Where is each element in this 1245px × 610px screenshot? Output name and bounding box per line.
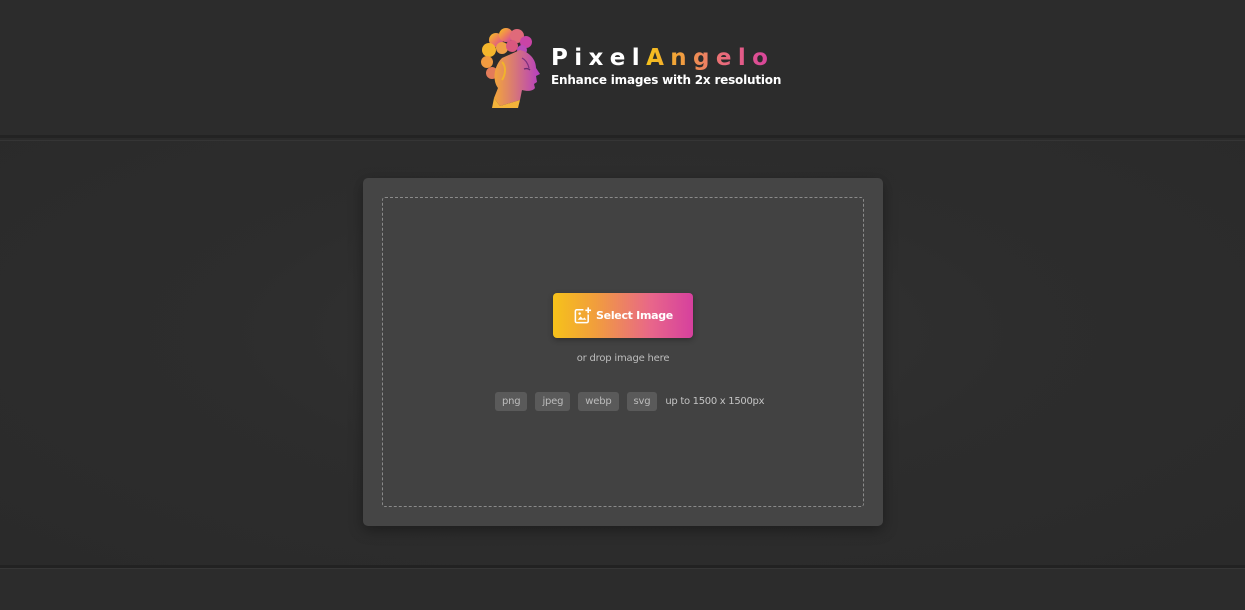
- format-list: png jpeg webp svg up to 1500 x 1500px: [495, 392, 765, 411]
- select-image-label: Select Image: [596, 309, 673, 322]
- format-badge-png: png: [495, 392, 528, 411]
- upload-card: Select Image or drop image here png jpeg…: [363, 178, 883, 526]
- add-image-icon: [574, 307, 592, 324]
- image-dropzone[interactable]: Select Image or drop image here png jpeg…: [382, 197, 864, 507]
- format-badge-webp: webp: [578, 392, 619, 411]
- select-image-button[interactable]: Select Image: [553, 293, 693, 338]
- brand-name-part2: Angelo: [646, 44, 775, 71]
- statue-head-icon: [481, 28, 540, 108]
- header: PixelAngelo Enhance images with 2x resol…: [0, 0, 1245, 138]
- footer: [0, 568, 1245, 610]
- brand: PixelAngelo Enhance images with 2x resol…: [480, 28, 781, 108]
- drop-hint: or drop image here: [576, 353, 670, 364]
- format-badge-svg: svg: [626, 392, 658, 411]
- brand-name-part1: Pixel: [551, 44, 647, 71]
- size-limit: up to 1500 x 1500px: [665, 396, 765, 407]
- brand-name: PixelAngelo: [551, 44, 781, 72]
- format-badge-jpeg: jpeg: [535, 392, 571, 411]
- brand-text: PixelAngelo Enhance images with 2x resol…: [551, 44, 781, 87]
- tagline: Enhance images with 2x resolution: [551, 72, 782, 87]
